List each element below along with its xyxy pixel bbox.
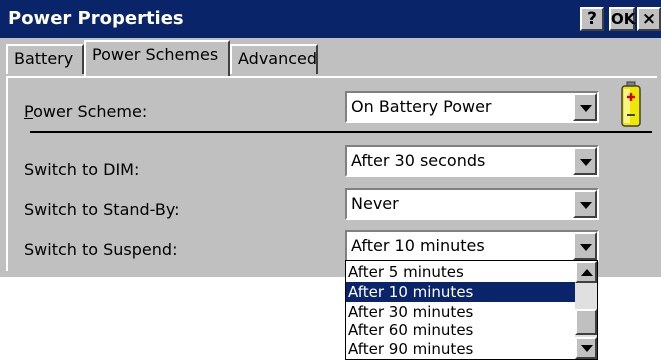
chevron-down-icon xyxy=(580,244,592,251)
chevron-down-icon xyxy=(580,159,592,166)
power-scheme-accesskey: P xyxy=(24,102,34,121)
suspend-value: After 10 minutes xyxy=(351,236,485,255)
suspend-dropdown-button[interactable] xyxy=(573,232,597,260)
standby-label: Switch to Stand-By: xyxy=(24,200,180,219)
tab-power-schemes[interactable]: Power Schemes xyxy=(84,40,230,76)
help-button[interactable]: ? xyxy=(580,7,604,31)
dropdown-scrollbar[interactable] xyxy=(575,261,597,359)
power-scheme-value: On Battery Power xyxy=(351,97,492,116)
dropdown-option-selected[interactable]: After 10 minutes xyxy=(346,282,576,302)
chevron-down-icon xyxy=(580,202,592,209)
suspend-label: Switch to Suspend: xyxy=(24,240,178,259)
ok-button[interactable]: OK xyxy=(609,7,635,31)
title-bar: Power Properties ? OK × xyxy=(0,0,661,38)
power-scheme-select[interactable]: On Battery Power xyxy=(345,91,599,123)
tab-advanced[interactable]: Advanced xyxy=(230,44,318,74)
dim-select[interactable]: After 30 seconds xyxy=(345,145,599,177)
dropdown-option[interactable]: After 30 minutes xyxy=(346,302,576,322)
power-properties-window: Power Properties ? OK × Battery Power Sc… xyxy=(0,0,661,277)
power-scheme-label-rest: ower Scheme: xyxy=(33,102,148,121)
standby-value: Never xyxy=(351,194,399,213)
tab-battery[interactable]: Battery xyxy=(6,44,84,74)
dropdown-option[interactable]: After 5 minutes xyxy=(346,262,576,282)
chevron-up-icon xyxy=(581,269,593,276)
chevron-down-icon xyxy=(580,105,592,112)
scroll-thumb[interactable] xyxy=(575,309,597,335)
dim-label: Switch to DIM: xyxy=(24,160,140,179)
tab-strip: Battery Power Schemes Advanced xyxy=(0,38,661,78)
chevron-down-icon xyxy=(581,345,593,352)
dropdown-option[interactable]: After 60 minutes xyxy=(346,320,576,340)
battery-icon xyxy=(621,81,641,127)
suspend-select[interactable]: After 10 minutes xyxy=(345,230,599,262)
dropdown-option[interactable]: After 90 minutes xyxy=(346,339,576,359)
power-scheme-label: Power Scheme: xyxy=(24,102,147,121)
scroll-up-button[interactable] xyxy=(575,261,597,283)
standby-dropdown-button[interactable] xyxy=(573,190,597,218)
dim-dropdown-button[interactable] xyxy=(573,147,597,175)
scroll-down-button[interactable] xyxy=(575,337,597,359)
suspend-dropdown-list: After 5 minutes After 10 minutes After 3… xyxy=(345,260,598,360)
standby-select[interactable]: Never xyxy=(345,188,599,220)
power-scheme-dropdown-button[interactable] xyxy=(573,93,597,121)
separator xyxy=(30,131,652,133)
close-button[interactable]: × xyxy=(637,7,661,31)
window-title: Power Properties xyxy=(8,8,184,29)
dim-value: After 30 seconds xyxy=(351,151,486,170)
